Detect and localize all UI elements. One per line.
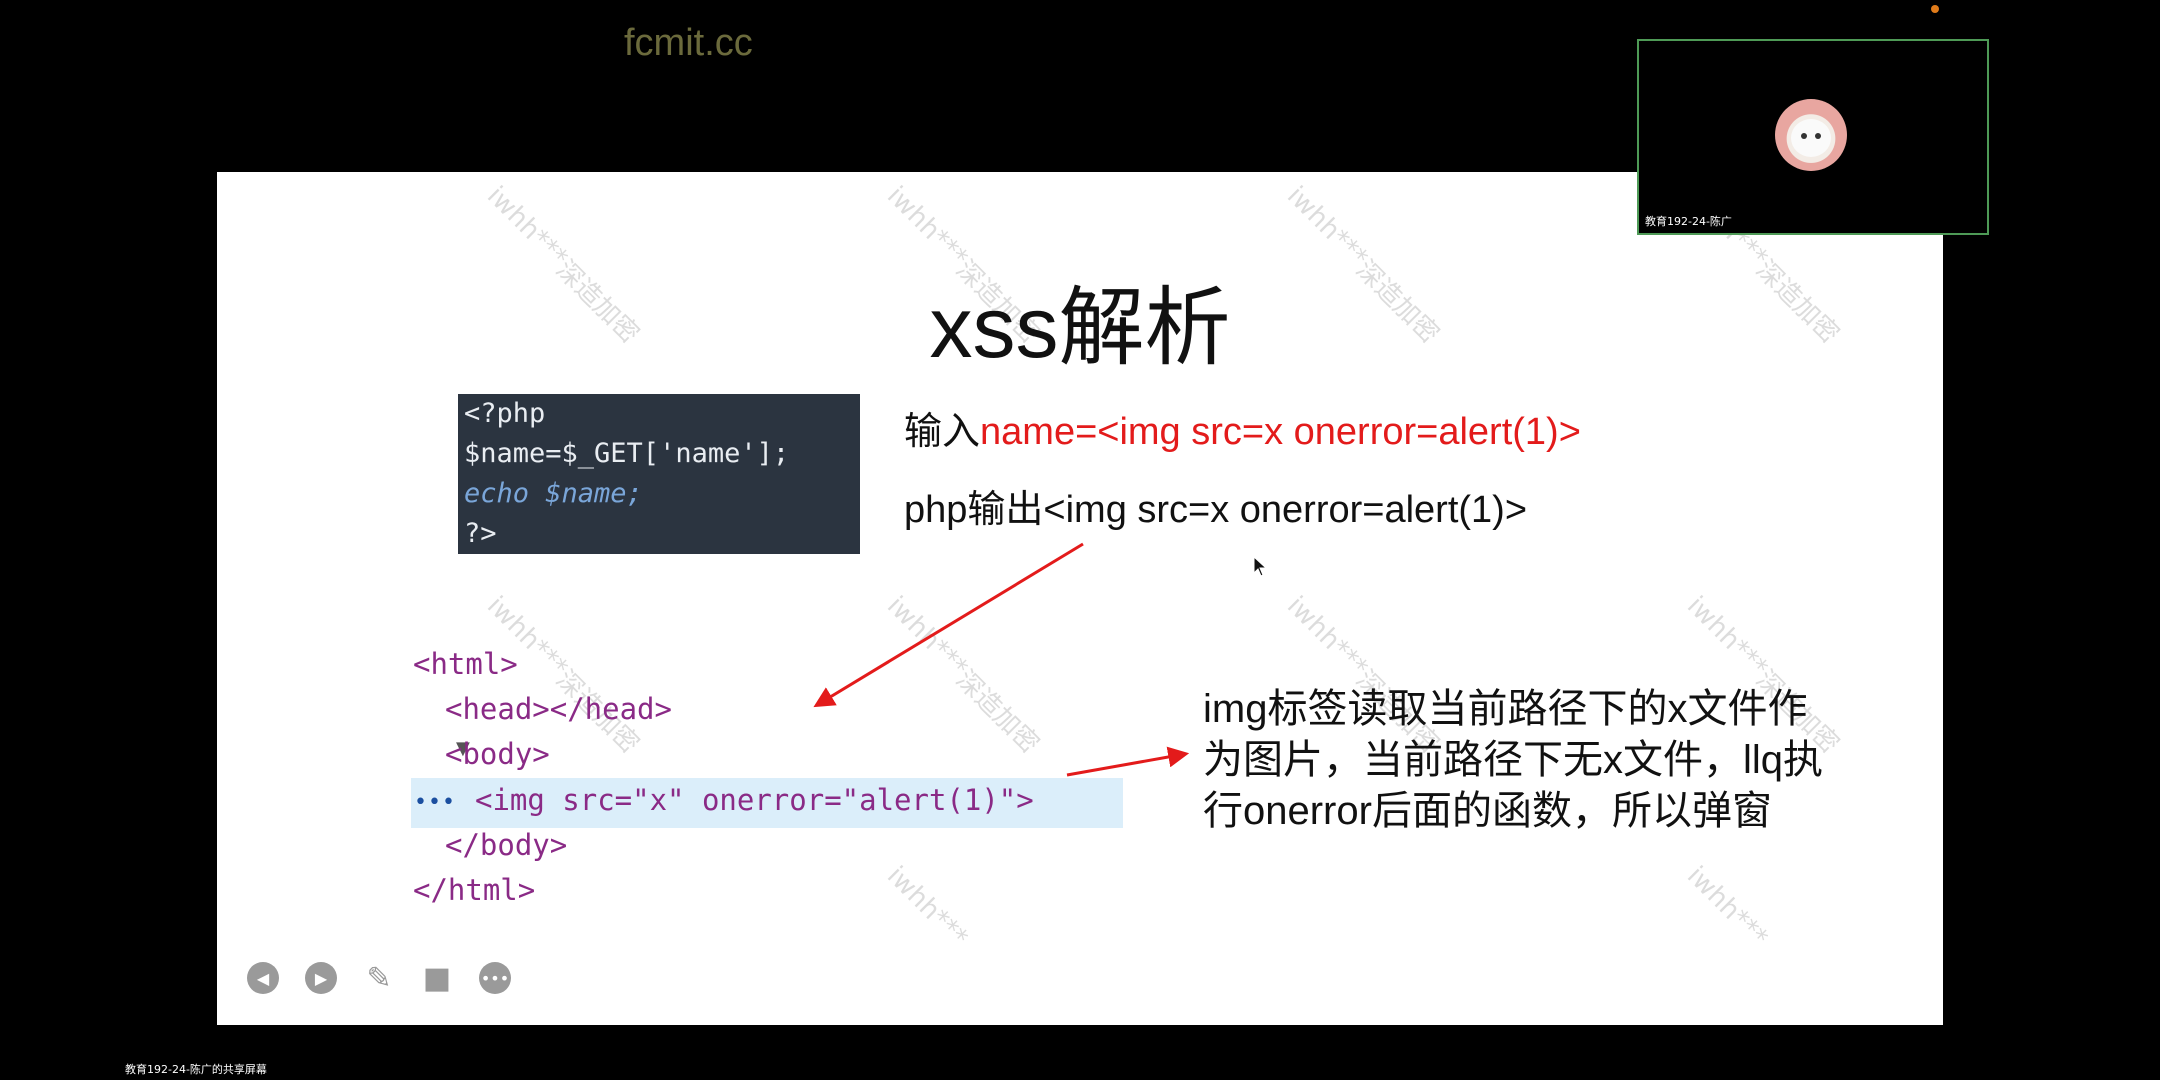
watermark-user: iwhh*** [881, 860, 974, 954]
more-icon[interactable]: ••• [479, 962, 511, 994]
input-prefix: 输入 [904, 411, 981, 453]
slide-title: xss解析 [929, 280, 1231, 376]
prev-icon[interactable]: ◀ [247, 962, 279, 994]
mouse-cursor-icon [1253, 556, 1268, 577]
watermark-user: iwhh*** [1681, 860, 1774, 954]
dom-line: <head></head> [445, 692, 672, 726]
avatar [1775, 99, 1847, 171]
dom-line: <body> [445, 737, 550, 771]
dom-line-img: <img src="x" onerror="alert(1)"> [475, 783, 1034, 817]
share-label: 教育192-24-陈广的共享屏幕 [125, 1063, 267, 1076]
php-code-block: <?php $name=$_GET['name']; echo $name; ?… [458, 394, 860, 554]
code-line: echo $name; [464, 478, 643, 509]
input-payload: name=<img src=x onerror=alert(1)> [980, 411, 1581, 453]
camera-icon[interactable]: ■ [421, 961, 453, 996]
code-line: $name=$_GET['name']; [464, 438, 790, 469]
code-line: <?php [464, 398, 546, 429]
next-icon[interactable]: ▶ [305, 962, 337, 994]
avatar-eye [1815, 133, 1821, 139]
avatar-face [1791, 119, 1831, 157]
slide-toolbar: ◀ ▶ ✎ ■ ••• [247, 961, 511, 996]
input-line: 输入name=<img src=x onerror=alert(1)> [904, 400, 1581, 455]
watermark-user: iwhh*** [1681, 590, 1774, 684]
site-label: fcmit.cc [624, 22, 753, 64]
arrow-to-explanation [1066, 746, 1190, 777]
shared-slide: iwhh*** 深造加密 iwhh*** 深造加密 iwhh*** 深造加密 i… [217, 172, 1943, 1025]
pen-icon[interactable]: ✎ [363, 961, 395, 996]
watermark-user: iwhh*** [1281, 590, 1374, 684]
dom-tree: <html> <head></head> <body> <img src="x"… [377, 642, 1077, 907]
avatar-eye [1801, 133, 1807, 139]
dom-line: </body> [445, 828, 568, 862]
participant-name: 教育192-24-陈广 [1645, 215, 1732, 228]
status-dot [1931, 5, 1939, 13]
php-output-line: php输出<img src=x onerror=alert(1)> [904, 489, 1528, 531]
dom-line: </html> [413, 873, 536, 907]
participant-video-tile[interactable]: 教育192-24-陈广 [1637, 39, 1989, 235]
explanation-text: img标签读取当前路径下的x文件作为图片，当前路径下无x文件，llq执行oner… [1203, 687, 1824, 833]
dom-line: <html> [413, 647, 518, 681]
code-line: ?> [464, 518, 497, 549]
